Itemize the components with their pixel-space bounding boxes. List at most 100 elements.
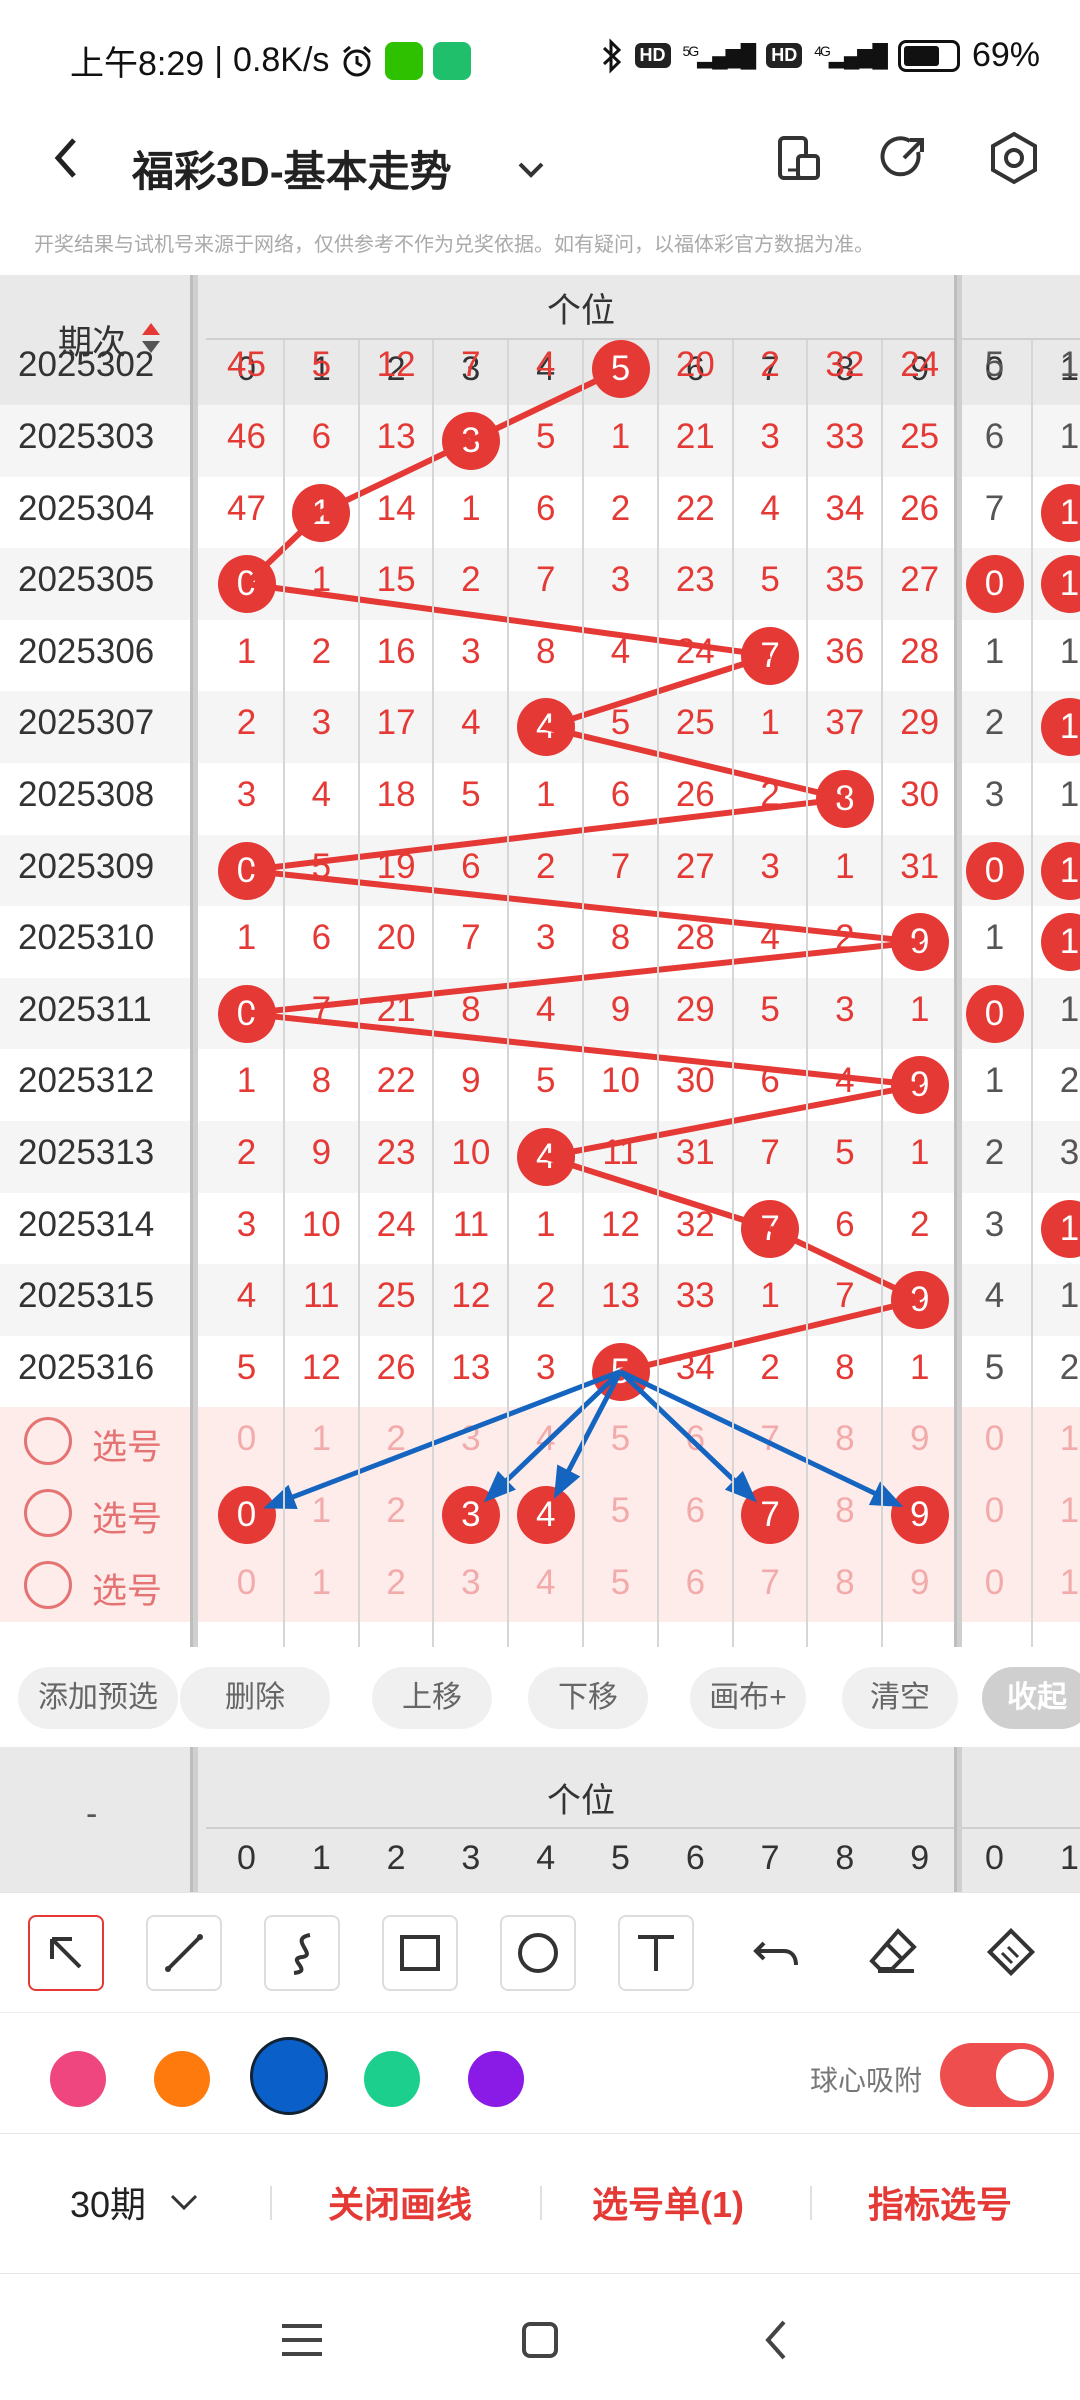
selected-ball[interactable]: 4 [516,1486,575,1544]
select-digit[interactable]: 4 [508,1563,583,1603]
draw-ball[interactable]: 7 [741,626,800,685]
color-swatch[interactable] [364,2051,420,2107]
select-digit[interactable]: 8 [807,1491,882,1531]
action-pill-button[interactable]: 清空 [842,1667,958,1729]
select-digit[interactable]: 4 [508,1419,583,1459]
draw-ball[interactable]: 1 [292,483,351,542]
table-row[interactable]: 2025316 5 12 26 13 3 5 34 2 8 1 5 2 [0,1336,1080,1408]
select-digit[interactable]: 1 [284,1419,359,1459]
select-row[interactable]: 选号 0 1 2 3 4 5 6 7 8 9 0 1 [0,1479,1080,1551]
clear-all-icon[interactable] [976,1915,1052,1991]
select-digit[interactable]: 7 [733,1563,808,1603]
layout-switch-icon[interactable] [768,128,828,188]
select-digit[interactable]: 0 [209,1419,284,1459]
rectangle-tool-icon[interactable] [382,1915,458,1991]
menu-icon[interactable] [272,2310,332,2370]
draw-ball[interactable]: 9 [890,1056,949,1115]
selected-ball[interactable]: 0 [217,1486,276,1544]
draw-ball[interactable]: 4 [516,698,575,757]
select-radio[interactable] [24,1417,72,1466]
table-row[interactable]: 2025309 0 5 19 6 2 7 27 3 1 31 0 1 [0,834,1080,907]
table-row[interactable]: 2025312 1 8 22 9 5 10 30 6 4 9 1 2 [0,1049,1080,1121]
select-digit[interactable]: 9 [882,1419,957,1459]
chevron-down-icon[interactable] [514,152,548,186]
draw-ball[interactable]: 8 [815,770,874,828]
select-digit[interactable]: 6 [658,1563,733,1603]
table-row[interactable]: 2025315 4 11 25 12 2 13 33 1 7 9 4 1 [0,1264,1080,1336]
select-digit[interactable]: 0 [209,1563,284,1603]
action-pill-button[interactable]: 下移 [528,1667,648,1729]
action-pill-button[interactable]: 删除 [180,1667,330,1729]
select-digit[interactable]: 5 [583,1491,658,1531]
select-digit[interactable]: 3 [433,1563,508,1603]
table-row[interactable]: 2025311 0 7 21 8 4 9 29 5 3 1 0 1 [0,977,1080,1050]
color-swatch[interactable] [250,2037,328,2115]
settings-icon[interactable] [984,128,1044,188]
select-digit[interactable]: 8 [807,1419,882,1459]
select-digit[interactable]: 3 [433,1419,508,1459]
table-row[interactable]: 2025305 0 1 15 2 7 3 23 5 35 27 0 1 [0,548,1080,620]
select-extra-digit[interactable]: 1 [1032,1563,1080,1603]
selected-ball[interactable]: 9 [890,1486,949,1544]
select-digit[interactable]: 2 [359,1563,434,1603]
select-row[interactable]: 选号 0 1 2 3 4 5 6 7 8 9 0 1 [0,1550,1080,1623]
curve-tool-icon[interactable] [264,1915,340,1991]
selected-ball[interactable]: 3 [441,1486,500,1544]
table-row[interactable]: 2025303 46 6 13 3 5 1 21 3 33 25 6 1 [0,405,1080,477]
table-row[interactable]: 2025313 2 9 23 10 4 11 31 7 5 1 2 3 [0,1121,1080,1193]
table-row[interactable]: 2025307 2 3 17 4 4 5 25 1 37 29 2 1 [0,691,1080,763]
select-extra-digit[interactable]: 1 [1032,1419,1080,1459]
trend-table[interactable]: 期次 个位 012345678901 202530245512745202322… [0,275,1080,1647]
snap-toggle[interactable] [940,2043,1054,2107]
draw-ball[interactable]: 3 [441,412,500,470]
action-pill-button[interactable]: 添加预选 [18,1667,178,1729]
select-extra-digit[interactable]: 0 [957,1563,1032,1603]
select-digit[interactable]: 7 [733,1419,808,1459]
select-digit[interactable]: 9 [882,1563,957,1603]
select-digit[interactable]: 6 [658,1419,733,1459]
select-extra-digit[interactable]: 1 [1032,1491,1080,1531]
chevron-down-icon[interactable] [168,2186,200,2218]
line-tool-icon[interactable] [146,1915,222,1991]
selected-ball[interactable]: 7 [741,1486,800,1544]
page-title[interactable]: 福彩3D-基本走势 [132,138,452,199]
select-digit[interactable]: 2 [359,1491,434,1531]
undo-icon[interactable] [740,1915,816,1991]
table-row[interactable]: 2025314 3 10 24 11 1 12 32 7 6 2 3 1 [0,1193,1080,1265]
select-digit[interactable]: 5 [583,1419,658,1459]
select-radio[interactable] [24,1489,72,1537]
draw-ball[interactable]: 9 [890,913,949,972]
select-digit[interactable]: 1 [284,1491,359,1531]
indicator-select-button[interactable]: 指标选号 [868,2176,1012,2228]
table-row[interactable]: 2025306 1 2 16 3 8 4 24 7 36 28 1 1 [0,620,1080,692]
action-pill-button[interactable]: 画布+ [690,1667,806,1729]
table-row[interactable]: 2025304 47 1 14 1 6 2 22 4 34 26 7 1 [0,477,1080,549]
home-icon[interactable] [510,2310,570,2370]
select-extra-digit[interactable]: 0 [957,1419,1032,1459]
eraser-icon[interactable] [858,1915,934,1991]
select-extra-digit[interactable]: 0 [957,1491,1032,1531]
table-row[interactable]: 2025302 45 5 12 7 4 5 20 2 32 24 5 1 [0,333,1080,405]
table-row[interactable]: 2025308 3 4 18 5 1 6 26 2 8 30 3 1 [0,763,1080,835]
draw-ball[interactable]: 9 [890,1271,949,1330]
share-icon[interactable] [874,128,934,188]
select-digit[interactable]: 6 [658,1491,733,1531]
select-digit[interactable]: 2 [359,1419,434,1459]
select-digit[interactable]: 8 [807,1563,882,1603]
draw-ball[interactable]: 4 [516,1128,575,1186]
back-icon[interactable] [748,2310,808,2370]
back-arrow-icon[interactable] [46,128,86,188]
select-radio[interactable] [24,1560,72,1609]
circle-tool-icon[interactable] [500,1915,576,1991]
ticket-button[interactable]: 选号单(1) [592,2176,744,2228]
action-pill-button[interactable]: 收起 [982,1667,1080,1729]
draw-ball[interactable]: 5 [591,1342,650,1401]
draw-ball[interactable]: 0 [217,555,276,614]
cursor-arrow-icon[interactable] [28,1915,104,1991]
draw-ball[interactable]: 0 [217,841,276,900]
action-pill-button[interactable]: 上移 [372,1667,492,1729]
periods-selector[interactable]: 30期 [70,2176,146,2228]
select-row[interactable]: 选号 0 1 2 3 4 5 6 7 8 9 0 1 [0,1407,1080,1479]
table-row[interactable]: 2025310 1 6 20 7 3 8 28 4 2 9 1 1 [0,906,1080,978]
select-digit[interactable]: 1 [284,1563,359,1603]
